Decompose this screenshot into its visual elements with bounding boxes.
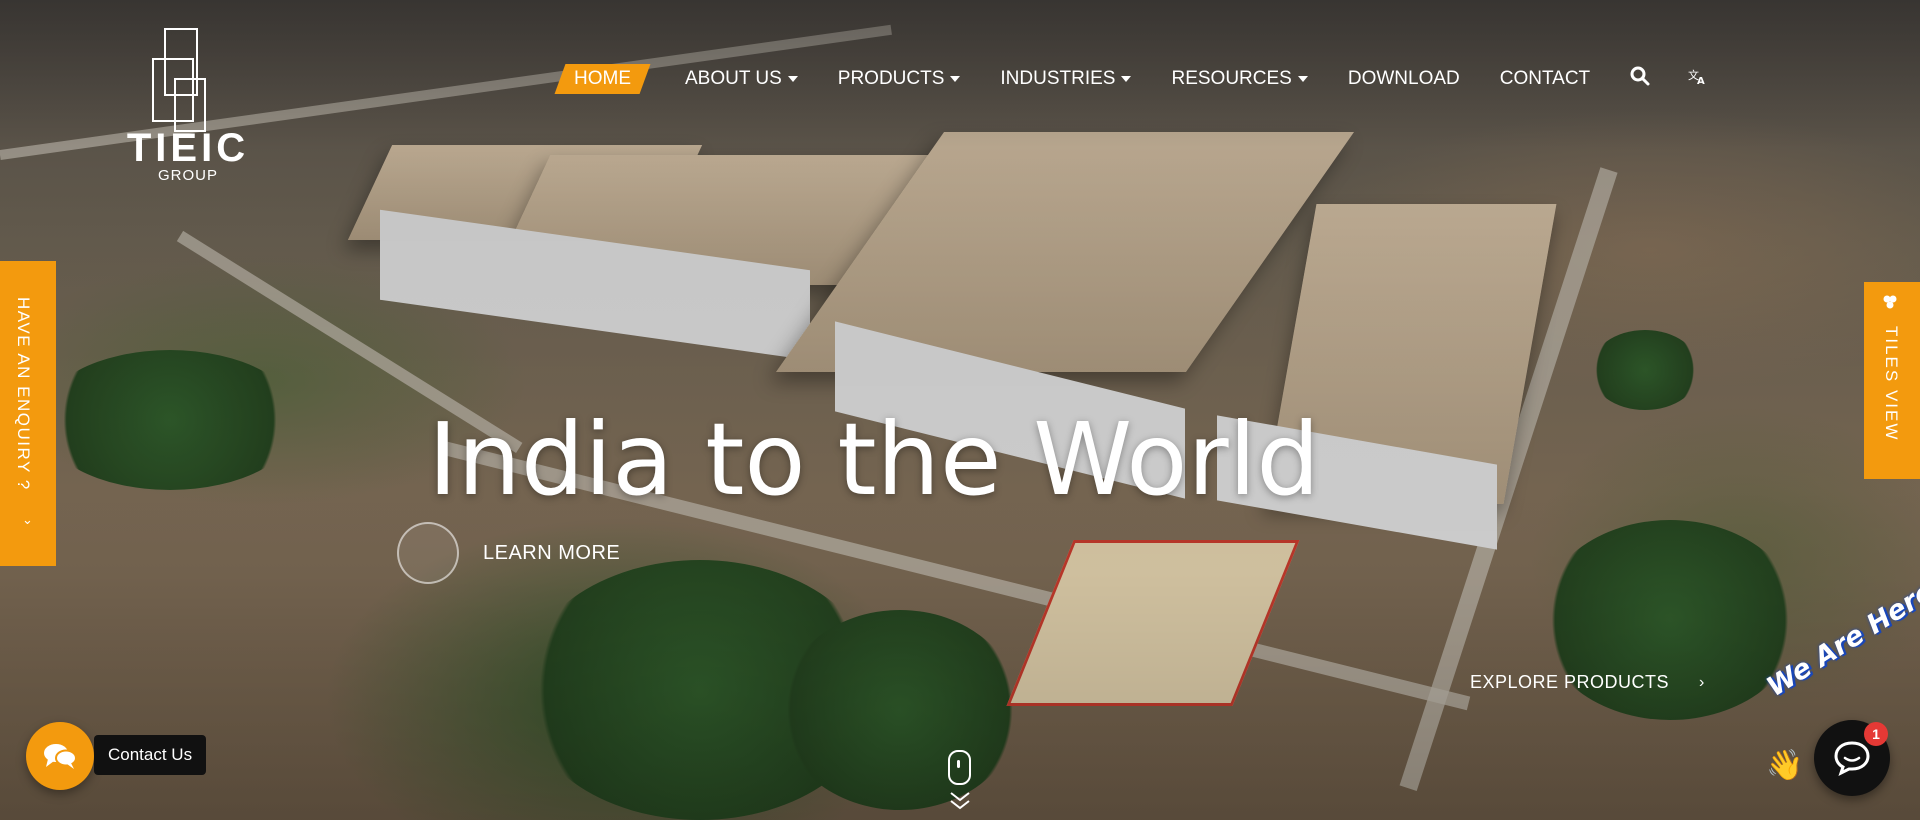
logo-mark-icon <box>118 28 258 132</box>
chat-icon <box>1834 741 1870 776</box>
chevron-down-icon <box>787 76 798 82</box>
main-nav: HOME ABOUT US PRODUCTS INDUSTRIES RESOUR… <box>560 64 1746 94</box>
tiles-view-tab[interactable]: TILES VIEW <box>1864 282 1920 479</box>
nav-about-us-label: ABOUT US <box>685 68 782 89</box>
explore-products-label: EXPLORE PRODUCTS <box>1470 672 1670 692</box>
chevron-down-icon: ⌄ <box>22 512 33 527</box>
chevron-down-icon <box>1297 76 1308 82</box>
waving-hand-icon: 👋 <box>1766 749 1804 782</box>
nav-download[interactable]: DOWNLOAD <box>1348 68 1460 90</box>
brand-logo[interactable]: TIEIC GROUP <box>118 28 258 184</box>
chat-notification-badge: 1 <box>1864 722 1888 746</box>
mouse-icon <box>948 750 971 785</box>
nav-resources[interactable]: RESOURCES <box>1171 68 1308 90</box>
brand-name: TIEIC <box>126 126 250 170</box>
learn-more-label: LEARN MORE <box>483 541 621 564</box>
tiles-icon <box>1881 294 1899 317</box>
explore-products-link[interactable]: EXPLORE PRODUCTS › <box>1470 672 1705 693</box>
nav-industries[interactable]: INDUSTRIES <box>1000 68 1132 90</box>
chat-bubbles-icon <box>44 744 77 769</box>
enquiry-tab[interactable]: HAVE AN ENQUIRY ? ⌄ <box>0 261 56 566</box>
contact-us-label[interactable]: Contact Us <box>94 735 207 775</box>
svg-text:A: A <box>1697 76 1705 85</box>
play-circle-icon <box>397 522 459 584</box>
enquiry-label: HAVE AN ENQUIRY ? <box>14 297 33 491</box>
nav-home[interactable]: HOME <box>560 64 645 94</box>
nav-download-label: DOWNLOAD <box>1347 68 1460 89</box>
nav-contact-label: CONTACT <box>1499 68 1591 89</box>
chevron-down-icon <box>950 76 961 82</box>
tiles-view-label: TILES VIEW <box>1882 326 1901 442</box>
nav-about-us[interactable]: ABOUT US <box>685 68 798 90</box>
hero-title: India to the World <box>428 401 1320 518</box>
translate-icon[interactable]: 文A <box>1688 67 1708 91</box>
nav-products[interactable]: PRODUCTS <box>838 68 961 90</box>
double-chevron-down-icon <box>948 791 971 813</box>
brand-sub: GROUP <box>157 167 218 184</box>
nav-contact[interactable]: CONTACT <box>1500 68 1590 90</box>
nav-products-label: PRODUCTS <box>837 68 945 89</box>
nav-resources-label: RESOURCES <box>1171 68 1292 89</box>
chevron-down-icon <box>1121 76 1132 82</box>
contact-us-button[interactable] <box>26 722 94 790</box>
chevron-right-icon: › <box>1699 673 1705 691</box>
search-icon[interactable] <box>1630 66 1650 92</box>
learn-more-link[interactable]: LEARN MORE <box>397 522 620 584</box>
nav-home-label: HOME <box>574 68 631 89</box>
nav-industries-label: INDUSTRIES <box>1000 68 1116 89</box>
scroll-indicator[interactable] <box>948 750 971 813</box>
